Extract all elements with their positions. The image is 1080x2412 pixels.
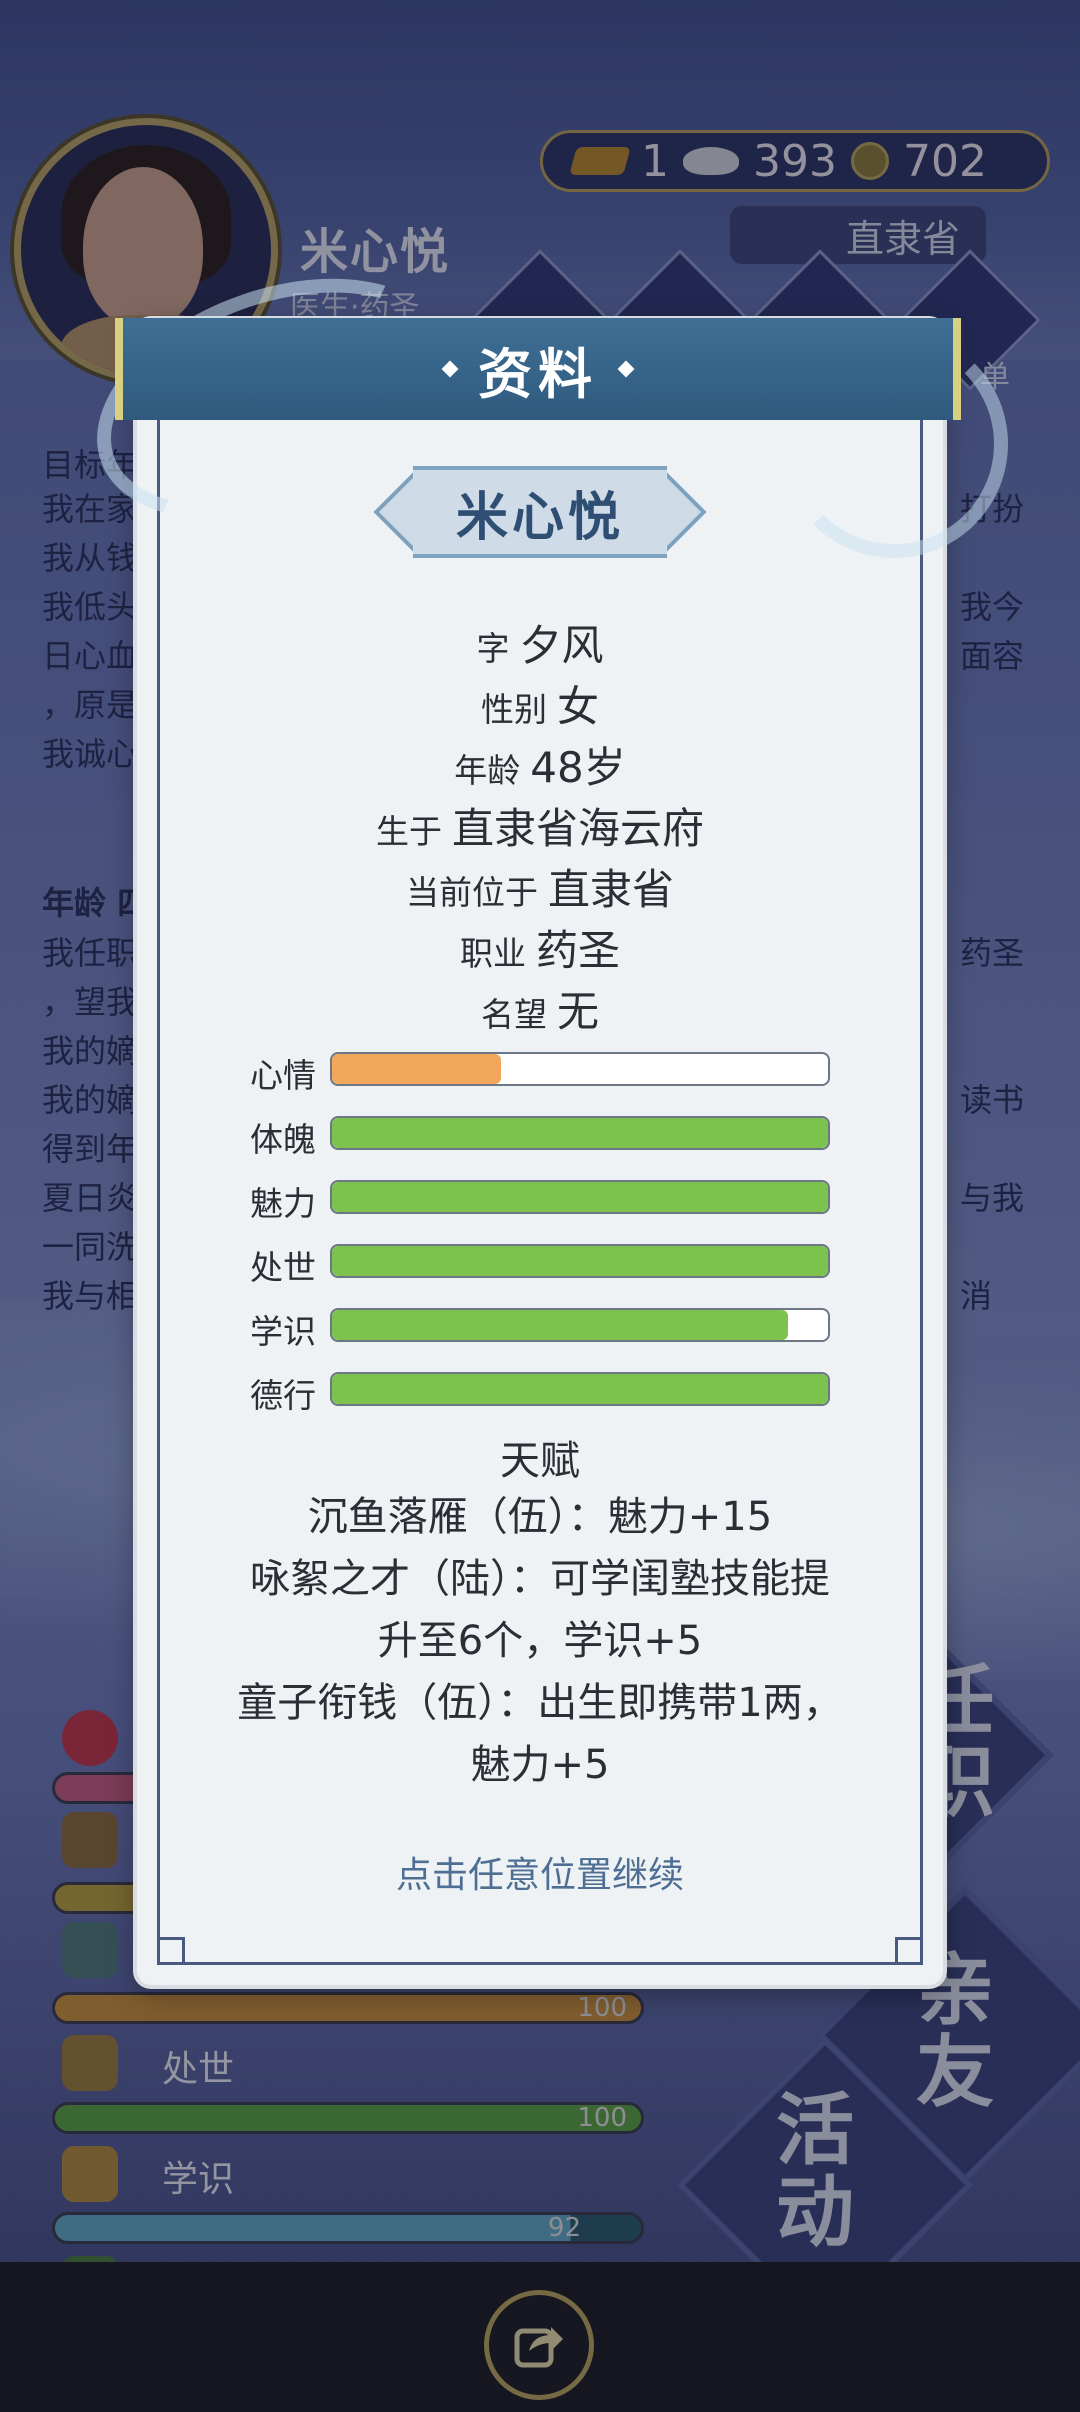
attr-row-mood: 心情 <box>230 1049 830 1095</box>
attr-track <box>330 1116 830 1150</box>
attr-fill <box>332 1118 828 1148</box>
frame-corner <box>895 1937 923 1965</box>
header-dot-icon <box>617 360 635 378</box>
attr-row-physique: 体魄 <box>230 1113 830 1159</box>
modal-header: 资料 <box>115 318 961 420</box>
attr-track <box>330 1308 830 1342</box>
attr-row-virtue: 德行 <box>230 1369 830 1415</box>
attr-fill <box>332 1054 501 1084</box>
modal-title: 资料 <box>478 342 598 406</box>
info-gender: 性别女 <box>0 673 1080 734</box>
info-age: 年龄 48岁 <box>0 734 1080 795</box>
attr-row-knowledge: 学识 <box>230 1305 830 1351</box>
attr-track <box>330 1180 830 1214</box>
attr-fill <box>332 1246 828 1276</box>
info-label: 当前位于 <box>405 873 538 912</box>
frame-corner <box>157 1937 185 1965</box>
attr-row-conduct: 处世 <box>230 1241 830 1287</box>
attr-fill <box>332 1182 828 1212</box>
info-label: 年龄 <box>454 751 521 790</box>
talent-heading: 天赋 <box>500 1438 580 1484</box>
attr-track <box>330 1372 830 1406</box>
info-value: 夕风 <box>519 621 604 670</box>
info-label: 生于 <box>375 812 442 851</box>
info-value: 直隶省海云府 <box>451 804 704 853</box>
talent-line: 童子衔钱（伍）：出生即携带1两， <box>237 1680 843 1726</box>
attr-label: 魅力 <box>250 1184 316 1223</box>
info-value: 药圣 <box>535 926 620 975</box>
header-dot-icon <box>441 360 459 378</box>
info-label: 性别 <box>480 690 547 729</box>
continue-hint[interactable]: 点击任意位置继续 <box>0 1846 1080 1898</box>
attr-fill <box>332 1374 828 1404</box>
info-label: 字 <box>476 629 510 668</box>
attr-label: 学识 <box>250 1312 316 1351</box>
info-value: 48岁 <box>530 743 626 792</box>
attr-label: 体魄 <box>250 1120 316 1159</box>
info-profession: 职业 药圣 <box>0 917 1080 978</box>
info-value: 女 <box>556 682 599 731</box>
profile-name: 米心悦 <box>455 487 624 548</box>
info-label: 名望 <box>480 995 547 1034</box>
talent-line: 沉鱼落雁（伍）：魅力+15 <box>307 1494 773 1540</box>
info-birthplace: 生于 直隶省海云府 <box>0 795 1080 856</box>
name-plate: 米心悦 <box>373 466 707 558</box>
info-current-location: 当前位于 直隶省 <box>0 856 1080 917</box>
talent-line: 升至6个，学识+5 <box>377 1618 703 1664</box>
info-reputation: 名望无 <box>0 978 1080 1039</box>
attr-fill <box>332 1310 789 1340</box>
info-value: 无 <box>556 987 599 1036</box>
talent-line: 魅力+5 <box>470 1742 610 1788</box>
info-courtesy-name: 字夕风 <box>0 612 1080 673</box>
attr-label: 处世 <box>250 1248 316 1287</box>
talent-line: 咏絮之才（陆）：可学闺塾技能提 <box>250 1556 830 1602</box>
attr-track <box>330 1244 830 1278</box>
attr-label: 德行 <box>250 1376 316 1415</box>
info-label: 职业 <box>459 934 526 973</box>
attr-track <box>330 1052 830 1086</box>
info-value: 直隶省 <box>547 865 674 914</box>
attr-label: 心情 <box>250 1056 316 1095</box>
attr-row-charm: 魅力 <box>230 1177 830 1223</box>
